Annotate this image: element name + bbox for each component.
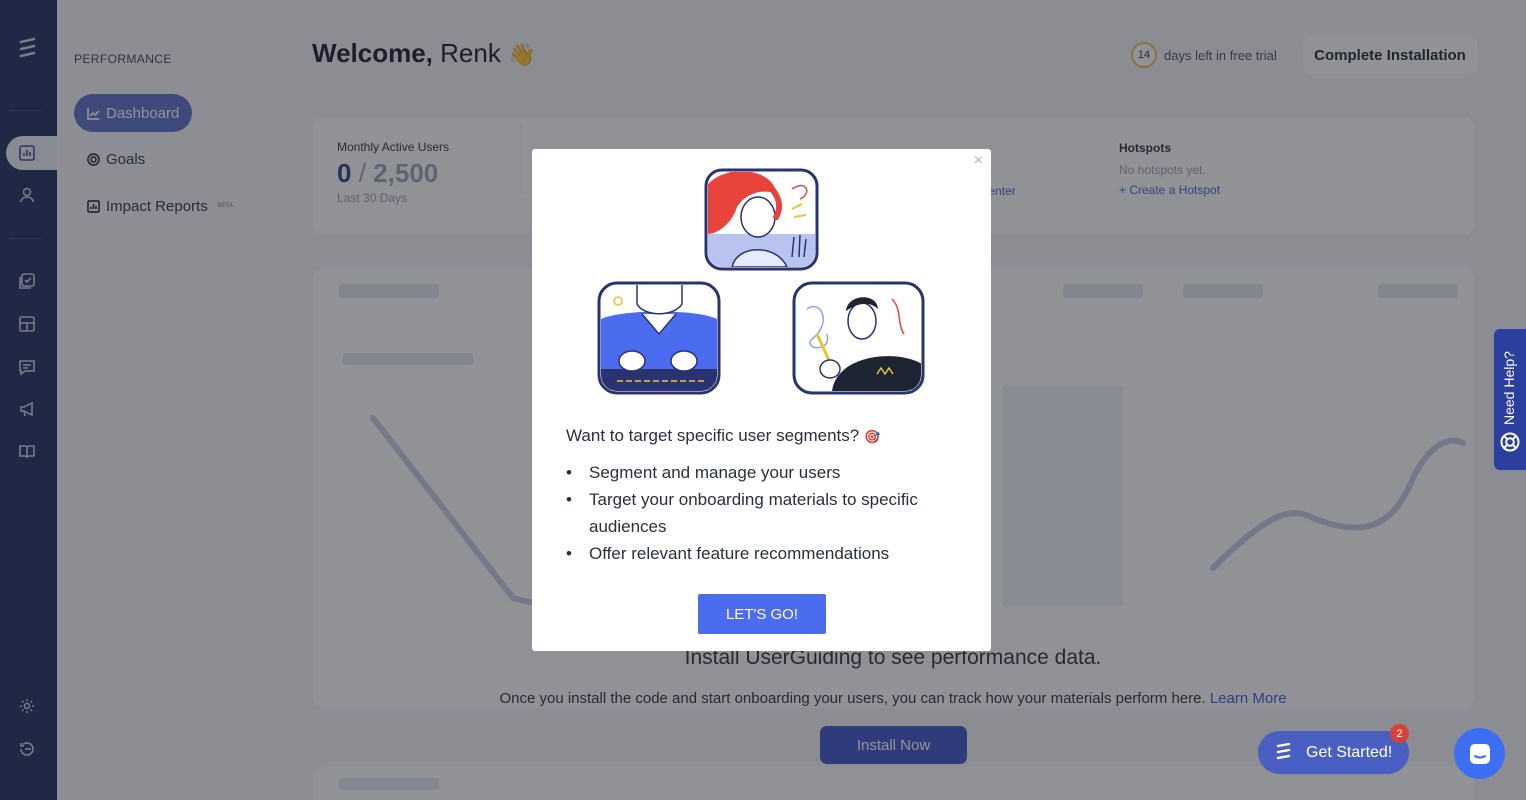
segments-modal: × Want to target specific user segments?… bbox=[532, 149, 991, 651]
target-emoji: 🎯 bbox=[863, 429, 881, 444]
waving-woman-illustration bbox=[704, 168, 819, 271]
need-help-tab[interactable]: Need Help? bbox=[1494, 329, 1526, 470]
get-started-button[interactable]: Get Started! bbox=[1258, 731, 1409, 774]
lets-go-button[interactable]: LET'S GO! bbox=[698, 594, 826, 634]
typing-man-illustration bbox=[597, 281, 721, 395]
modal-question-text: Want to target specific user segments? bbox=[566, 426, 860, 445]
drawing-man-illustration bbox=[792, 281, 925, 395]
list-item: Segment and manage your users bbox=[566, 459, 961, 486]
modal-illustration bbox=[597, 168, 925, 395]
chat-icon bbox=[1469, 743, 1490, 764]
modal-question: Want to target specific user segments? 🎯 bbox=[566, 426, 880, 446]
feature-list: Segment and manage your users Target you… bbox=[566, 459, 961, 567]
chat-launcher-button[interactable] bbox=[1454, 728, 1505, 779]
list-item: Target your onboarding materials to spec… bbox=[566, 486, 961, 540]
lifebuoy-icon bbox=[1500, 432, 1520, 452]
userguiding-logo bbox=[1276, 742, 1291, 760]
get-started-label: Get Started! bbox=[1306, 743, 1393, 761]
list-item: Offer relevant feature recommendations bbox=[566, 540, 961, 567]
need-help-label: Need Help? bbox=[1501, 351, 1517, 425]
notification-badge: 2 bbox=[1390, 724, 1409, 743]
